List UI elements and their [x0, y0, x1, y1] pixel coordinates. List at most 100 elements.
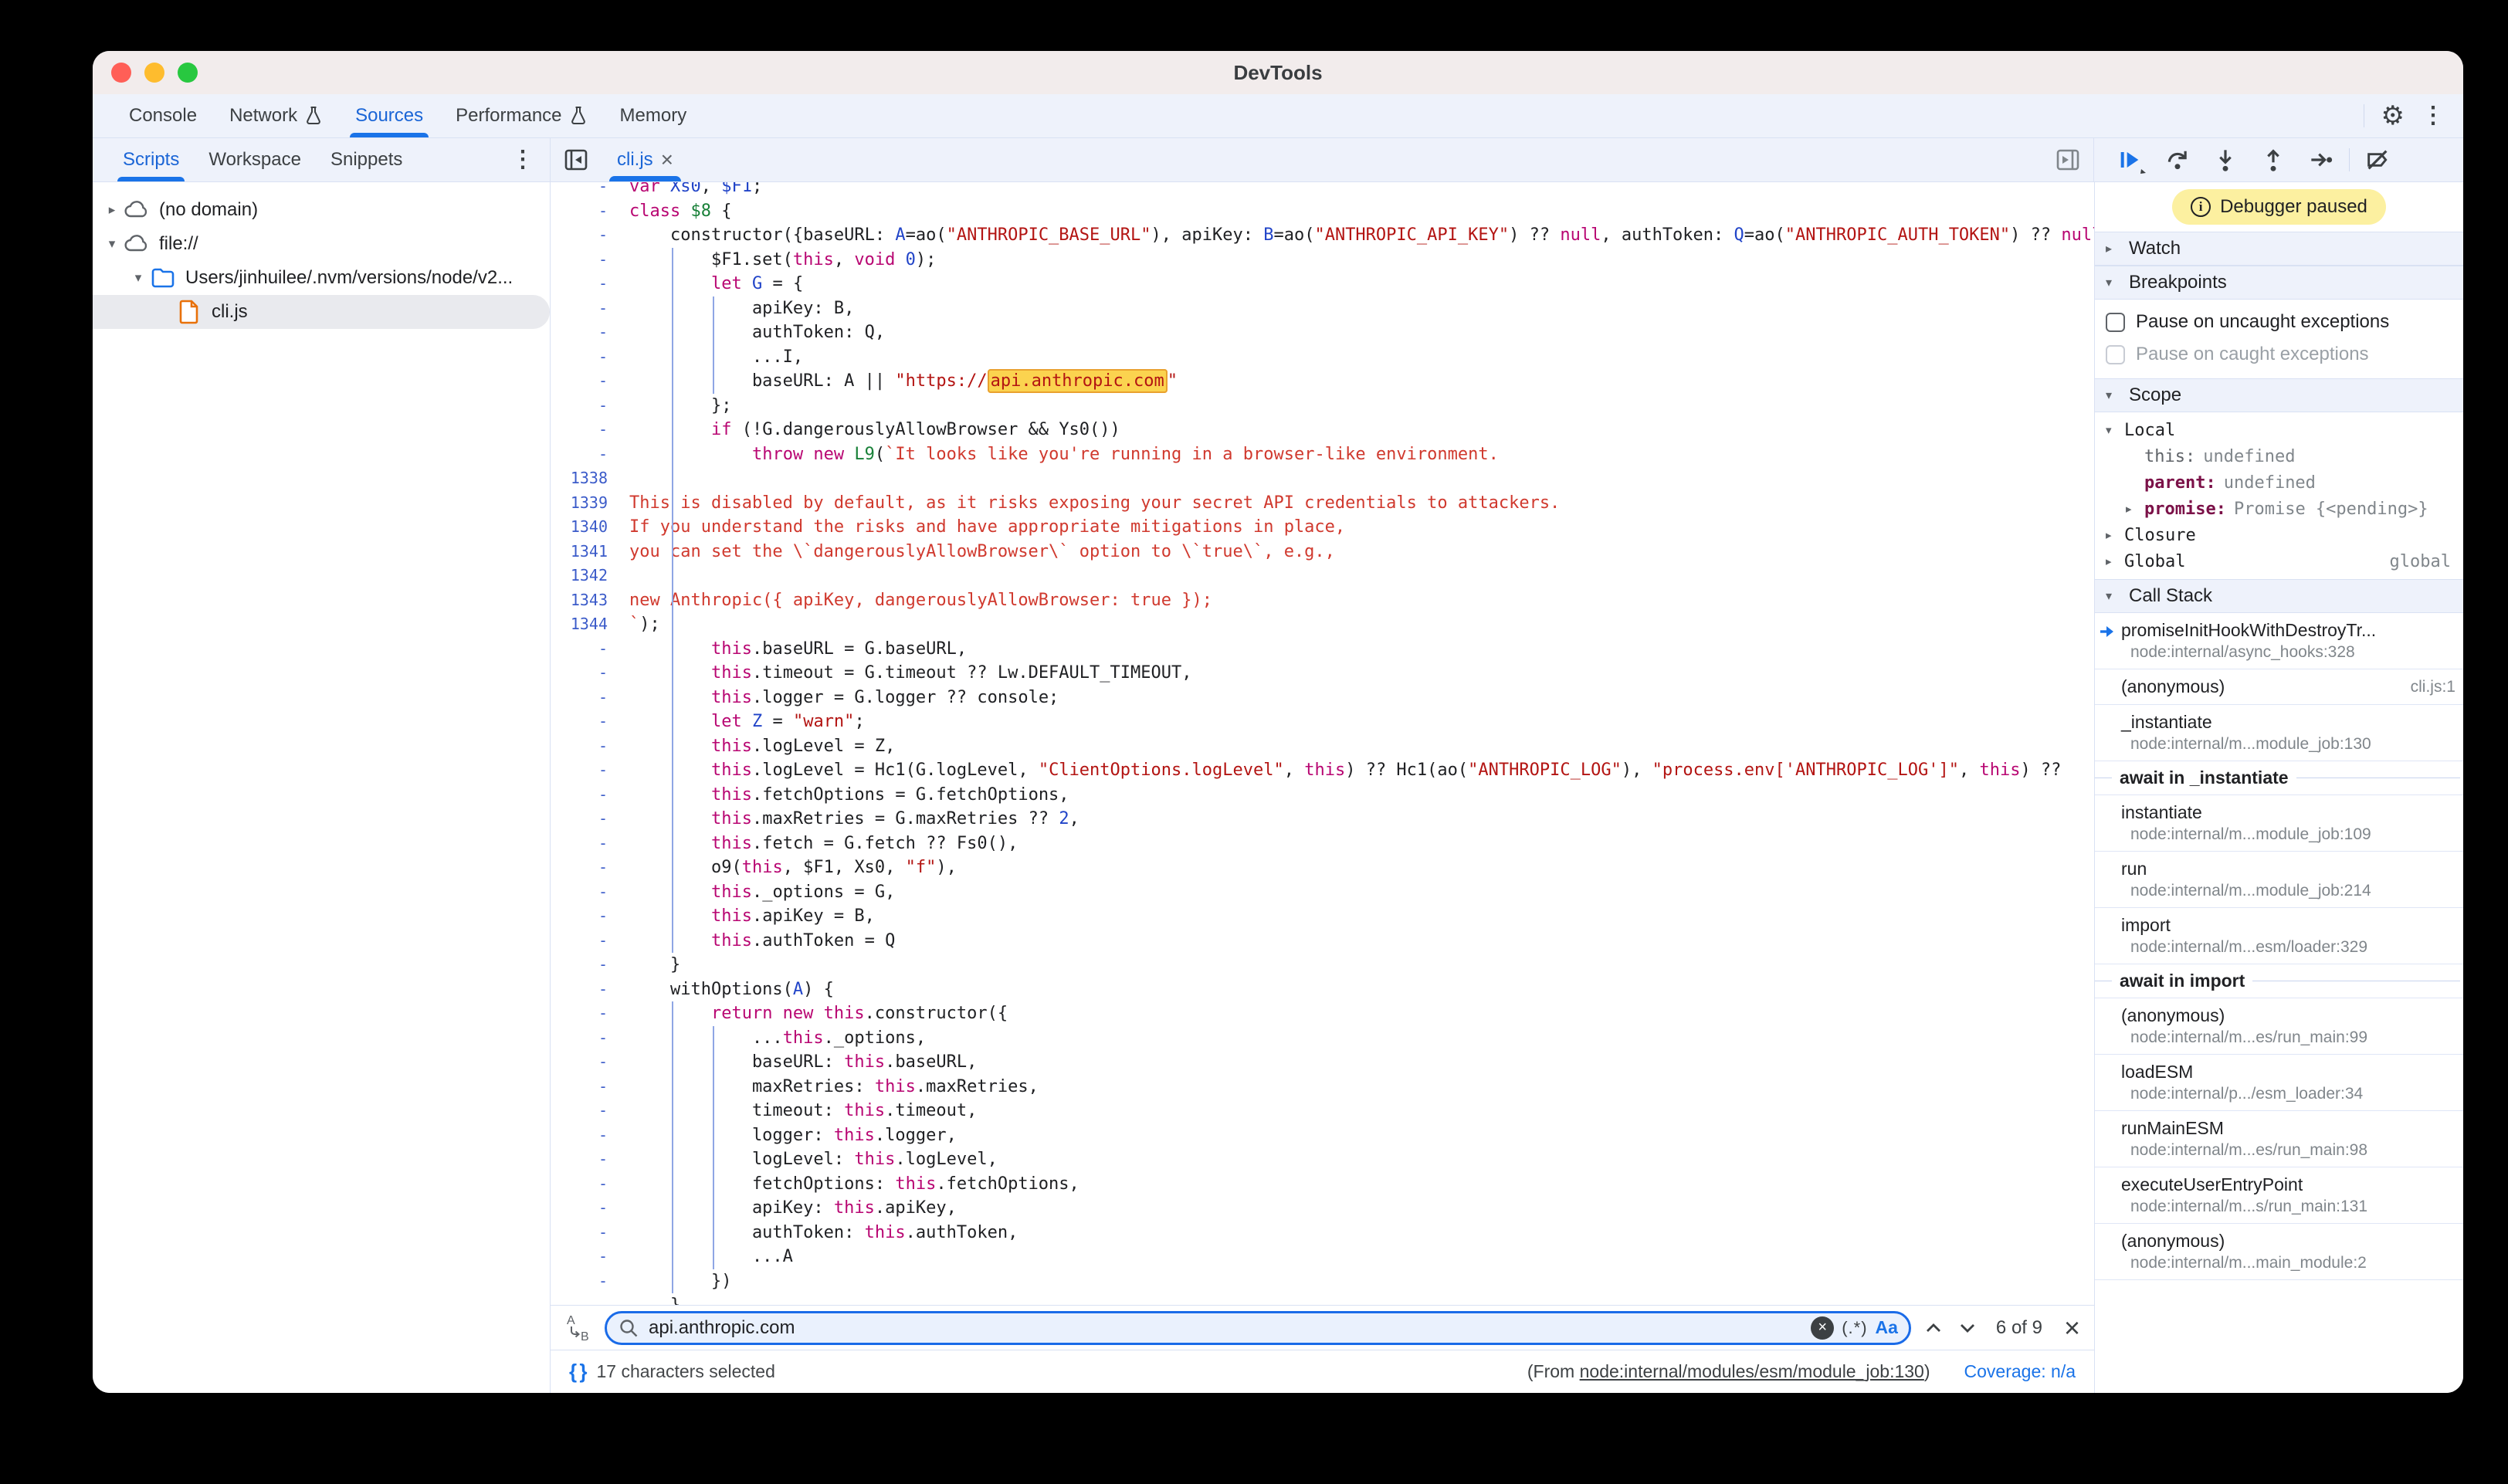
- close-window-button[interactable]: [111, 63, 131, 83]
- line-number[interactable]: -: [551, 783, 620, 808]
- line-number[interactable]: -: [551, 345, 620, 370]
- tree-item-file-[interactable]: ▾file://: [93, 227, 550, 261]
- line-number[interactable]: -: [551, 418, 620, 442]
- call-stack-frame[interactable]: promiseInitHookWithDestroyTr...node:inte…: [2095, 613, 2463, 669]
- call-stack-frame[interactable]: (anonymous)node:internal/m...es/run_main…: [2095, 998, 2463, 1055]
- minimize-window-button[interactable]: [144, 63, 164, 83]
- replace-toggle-button[interactable]: AB: [564, 1313, 594, 1343]
- line-number[interactable]: -: [551, 710, 620, 734]
- tab-performance[interactable]: Performance: [439, 94, 603, 137]
- line-number[interactable]: -: [551, 1075, 620, 1099]
- line-number[interactable]: -: [551, 1221, 620, 1245]
- resume-script-button[interactable]: [2110, 143, 2150, 177]
- line-number[interactable]: -: [551, 880, 620, 905]
- scope-property-promise[interactable]: ▸promise:Promise {<pending>}: [2095, 496, 2463, 522]
- line-number[interactable]: -: [551, 758, 620, 783]
- tab-cli-js[interactable]: cli.js ×: [602, 138, 689, 181]
- line-number[interactable]: -: [551, 248, 620, 273]
- call-stack-frame[interactable]: loadESMnode:internal/p.../esm_loader:34: [2095, 1055, 2463, 1111]
- line-number[interactable]: -: [551, 369, 620, 394]
- step-out-button[interactable]: [2253, 143, 2293, 177]
- match-case-toggle-button[interactable]: Aa: [1876, 1317, 1898, 1338]
- search-field[interactable]: × (.*) Aa: [605, 1311, 1911, 1345]
- line-number[interactable]: 1340: [551, 515, 620, 540]
- line-number[interactable]: -: [551, 1050, 620, 1075]
- line-number[interactable]: -: [551, 223, 620, 248]
- line-number[interactable]: 1339: [551, 491, 620, 516]
- call-stack-frame[interactable]: runMainESMnode:internal/m...es/run_main:…: [2095, 1111, 2463, 1167]
- clear-search-button[interactable]: ×: [1811, 1316, 1834, 1340]
- line-number[interactable]: -: [551, 832, 620, 856]
- navigator-tab-snippets[interactable]: Snippets: [316, 138, 417, 181]
- line-number[interactable]: -: [551, 394, 620, 418]
- line-number[interactable]: -: [551, 807, 620, 832]
- scope-property-this[interactable]: this:undefined: [2095, 443, 2463, 469]
- line-number[interactable]: -: [551, 904, 620, 929]
- next-match-button[interactable]: [1956, 1316, 1979, 1340]
- navigator-tab-workspace[interactable]: Workspace: [194, 138, 316, 181]
- scope-group-global[interactable]: ▸Globalglobal: [2095, 548, 2463, 574]
- regex-toggle-button[interactable]: (.*): [1842, 1318, 1867, 1338]
- line-number[interactable]: -: [551, 1196, 620, 1221]
- close-tab-icon[interactable]: ×: [661, 147, 673, 172]
- call-stack-frame[interactable]: executeUserEntryPointnode:internal/m...s…: [2095, 1167, 2463, 1224]
- line-number[interactable]: -: [551, 856, 620, 880]
- from-source-link[interactable]: node:internal/modules/esm/module_job:130: [1580, 1361, 1924, 1381]
- tree-expander-icon[interactable]: ▸: [100, 202, 124, 218]
- line-number[interactable]: -: [551, 661, 620, 686]
- line-number[interactable]: -: [551, 686, 620, 710]
- step-into-button[interactable]: [2205, 143, 2245, 177]
- call-stack-frame[interactable]: _instantiatenode:internal/m...module_job…: [2095, 705, 2463, 761]
- tree-expander-icon[interactable]: ▾: [127, 270, 150, 286]
- line-number[interactable]: -: [551, 182, 620, 199]
- tree-item-users-jinhuilee-nvm-versions-node-v2-[interactable]: ▾Users/jinhuilee/.nvm/versions/node/v2..…: [93, 261, 550, 295]
- line-number[interactable]: -: [551, 734, 620, 759]
- line-number[interactable]: -: [551, 1269, 620, 1294]
- step-button[interactable]: [2301, 143, 2341, 177]
- previous-match-button[interactable]: [1922, 1316, 1945, 1340]
- line-number[interactable]: -: [551, 1123, 620, 1148]
- tab-sources[interactable]: Sources: [339, 94, 439, 137]
- line-number[interactable]: -: [551, 637, 620, 662]
- line-number[interactable]: -: [551, 977, 620, 1002]
- call-stack-frame[interactable]: (anonymous)cli.js:1: [2095, 669, 2463, 705]
- line-number[interactable]: -: [551, 1293, 620, 1305]
- line-number[interactable]: 1342: [551, 564, 620, 588]
- line-number[interactable]: -: [551, 1172, 620, 1197]
- search-input[interactable]: [647, 1316, 1803, 1340]
- line-number[interactable]: -: [551, 272, 620, 296]
- tree-item--no-domain-[interactable]: ▸(no domain): [93, 193, 550, 227]
- hide-debugger-sidebar-button[interactable]: [2042, 138, 2093, 181]
- line-number[interactable]: -: [551, 199, 620, 224]
- call-stack-frame[interactable]: importnode:internal/m...esm/loader:329: [2095, 908, 2463, 964]
- call-stack-frame[interactable]: (anonymous)node:internal/m...main_module…: [2095, 1224, 2463, 1280]
- coverage-link[interactable]: Coverage: n/a: [1964, 1361, 2076, 1382]
- scope-property-parent[interactable]: parent:undefined: [2095, 469, 2463, 496]
- scope-expander-icon[interactable]: ▾: [2106, 423, 2124, 437]
- line-number[interactable]: -: [551, 953, 620, 977]
- deactivate-breakpoints-button[interactable]: [2357, 143, 2398, 177]
- line-number[interactable]: -: [551, 1245, 620, 1269]
- maximize-window-button[interactable]: [178, 63, 198, 83]
- line-number[interactable]: -: [551, 1147, 620, 1172]
- close-search-button[interactable]: ×: [2064, 1314, 2080, 1342]
- line-number[interactable]: -: [551, 929, 620, 954]
- breakpoint-option[interactable]: Pause on uncaught exceptions: [2095, 306, 2463, 338]
- tree-expander-icon[interactable]: ▾: [100, 236, 124, 252]
- line-number[interactable]: -: [551, 1099, 620, 1123]
- checkbox[interactable]: [2106, 313, 2125, 332]
- tab-network[interactable]: Network: [213, 94, 339, 137]
- tab-console[interactable]: Console: [113, 94, 213, 137]
- navigator-more-icon[interactable]: ⋮: [511, 148, 534, 171]
- line-number[interactable]: -: [551, 1026, 620, 1051]
- scope-section-header[interactable]: ▾ Scope: [2095, 378, 2463, 412]
- scope-group-closure[interactable]: ▸Closure: [2095, 522, 2463, 548]
- line-number[interactable]: -: [551, 1001, 620, 1026]
- hide-navigator-button[interactable]: [551, 138, 602, 181]
- scope-expander-icon[interactable]: ▸: [2106, 554, 2124, 568]
- pretty-print-button[interactable]: { }: [569, 1360, 585, 1384]
- tree-item-cli-js[interactable]: cli.js: [93, 295, 550, 329]
- line-number[interactable]: 1344: [551, 612, 620, 637]
- line-number[interactable]: 1338: [551, 466, 620, 491]
- line-number[interactable]: 1343: [551, 588, 620, 613]
